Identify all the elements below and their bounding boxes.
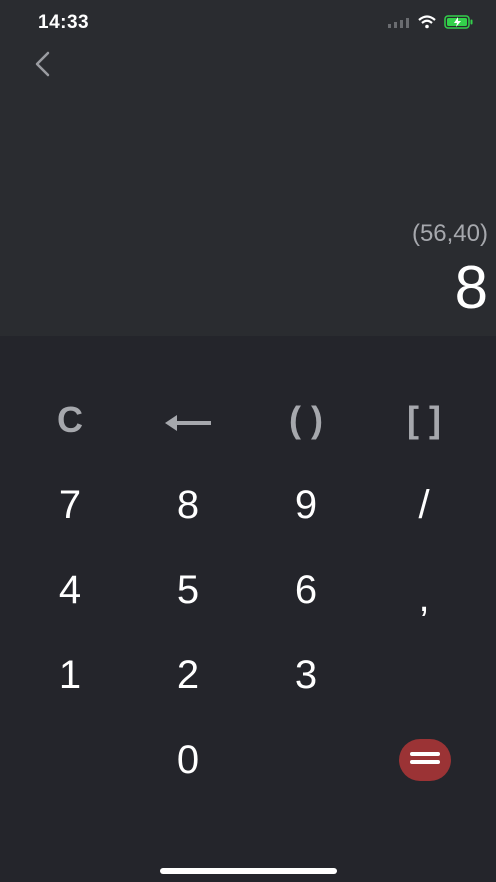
backspace-button[interactable]: [138, 390, 238, 450]
clear-button[interactable]: C: [20, 390, 120, 450]
key-2[interactable]: 2: [138, 645, 238, 705]
back-button[interactable]: [26, 50, 58, 82]
parentheses-button[interactable]: ( ): [256, 390, 356, 450]
chevron-left-icon: [33, 50, 51, 83]
equals-icon: [408, 750, 442, 771]
battery-charging-icon: [444, 14, 474, 34]
calculator-screen: 14:33 (56,40) 8 C () [] 7 8 9 / 4 5 6 …: [0, 0, 496, 882]
display-area: 14:33 (56,40) 8: [0, 0, 496, 336]
status-time: 14:33: [38, 12, 90, 33]
wifi-icon: [418, 14, 436, 34]
result-display: 8: [454, 254, 488, 321]
signal-icon: [388, 15, 410, 33]
home-indicator[interactable]: [160, 868, 337, 874]
brackets-button[interactable]: [ ]: [374, 390, 474, 450]
expression-display: (56,40): [411, 220, 488, 247]
key-4[interactable]: 4: [20, 560, 120, 620]
key-3[interactable]: 3: [256, 645, 356, 705]
key-8[interactable]: 8: [138, 475, 238, 535]
key-9[interactable]: 9: [256, 475, 356, 535]
key-6[interactable]: 6: [256, 560, 356, 620]
equals-button[interactable]: [399, 739, 451, 781]
key-slash[interactable]: /: [374, 475, 474, 535]
arrow-left-icon: [163, 398, 213, 443]
key-comma[interactable]: ,: [374, 568, 474, 628]
key-1[interactable]: 1: [20, 645, 120, 705]
key-5[interactable]: 5: [138, 560, 238, 620]
status-icons: [388, 14, 474, 34]
key-7[interactable]: 7: [20, 475, 120, 535]
key-0[interactable]: 0: [138, 730, 238, 790]
